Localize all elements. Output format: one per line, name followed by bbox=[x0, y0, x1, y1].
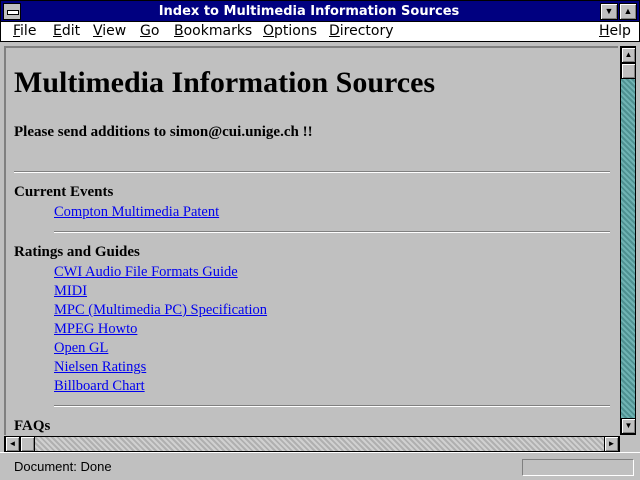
menu-file[interactable]: File bbox=[13, 23, 36, 39]
link-open-gl[interactable]: Open GL bbox=[54, 340, 108, 357]
window-title: Index to Multimedia Information Sources bbox=[158, 4, 460, 19]
progress-indicator bbox=[522, 459, 634, 476]
menu-edit[interactable]: Edit bbox=[53, 23, 80, 39]
section-title-faqs: FAQs bbox=[14, 418, 51, 434]
minimize-button[interactable]: ▼ bbox=[600, 3, 618, 20]
vertical-scroll-thumb[interactable] bbox=[621, 63, 636, 79]
page-subtitle: Please send additions to simon@cui.unige… bbox=[14, 124, 313, 140]
horizontal-scroll-thumb[interactable] bbox=[20, 436, 35, 452]
link-billboard[interactable]: Billboard Chart bbox=[54, 378, 145, 395]
vertical-scrollbar[interactable]: ▲ ▼ bbox=[620, 46, 636, 435]
menu-options[interactable]: Options bbox=[263, 23, 317, 39]
scroll-down-button[interactable]: ▼ bbox=[621, 418, 636, 434]
title-bar[interactable]: Index to Multimedia Information Sources … bbox=[0, 0, 640, 22]
menu-bookmarks[interactable]: Bookmarks bbox=[174, 23, 252, 39]
menu-directory[interactable]: Directory bbox=[329, 23, 394, 39]
link-midi[interactable]: MIDI bbox=[54, 283, 87, 300]
link-compton-patent[interactable]: Compton Multimedia Patent bbox=[54, 204, 219, 221]
system-menu-icon[interactable] bbox=[3, 3, 21, 20]
horizontal-scrollbar[interactable]: ◄ ► bbox=[4, 436, 620, 452]
scrollbar-corner bbox=[620, 436, 636, 452]
scroll-right-button[interactable]: ► bbox=[604, 436, 619, 452]
page-heading: Multimedia Information Sources bbox=[14, 66, 436, 99]
divider bbox=[54, 231, 610, 233]
scroll-up-button[interactable]: ▲ bbox=[621, 47, 636, 63]
scroll-left-button[interactable]: ◄ bbox=[5, 436, 20, 452]
link-mpeg-howto[interactable]: MPEG Howto bbox=[54, 321, 137, 338]
divider bbox=[14, 171, 610, 173]
maximize-button[interactable]: ▲ bbox=[619, 3, 637, 20]
status-bar: Document: Done bbox=[0, 452, 640, 480]
section-title-ratings-guides: Ratings and Guides bbox=[14, 244, 140, 260]
link-nielsen[interactable]: Nielsen Ratings bbox=[54, 359, 146, 376]
menu-help[interactable]: Help bbox=[599, 23, 631, 39]
status-text: Document: Done bbox=[14, 459, 112, 474]
divider bbox=[54, 405, 610, 407]
link-cwi-audio[interactable]: CWI Audio File Formats Guide bbox=[54, 264, 238, 281]
menu-go[interactable]: Go bbox=[140, 23, 159, 39]
link-mpc-spec[interactable]: MPC (Multimedia PC) Specification bbox=[54, 302, 267, 319]
menu-view[interactable]: View bbox=[93, 23, 126, 39]
section-title-current-events: Current Events bbox=[14, 184, 114, 200]
document-view: Multimedia Information Sources Please se… bbox=[4, 46, 618, 435]
menu-bar: File Edit View Go Bookmarks Options Dire… bbox=[0, 22, 640, 42]
